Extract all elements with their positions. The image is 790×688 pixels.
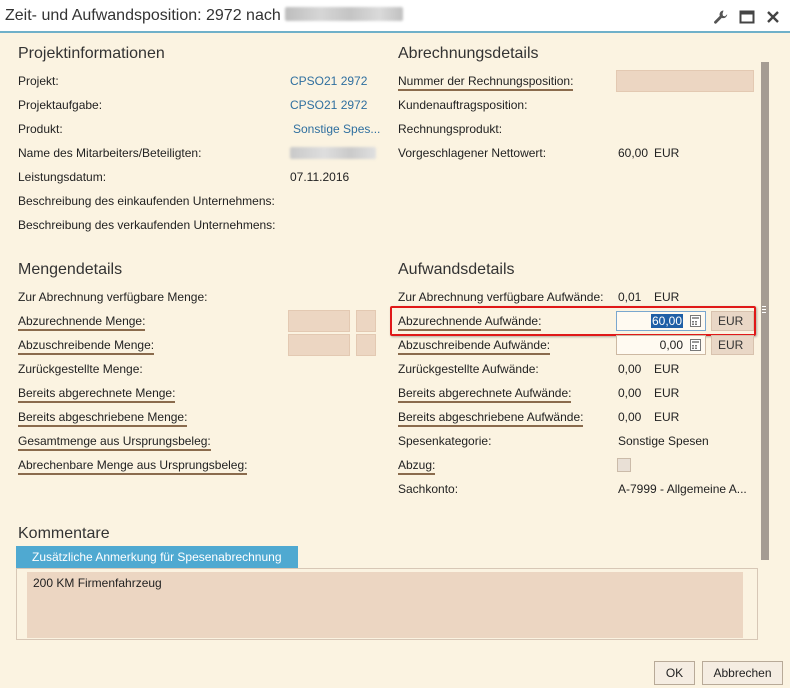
redacted-name [284,7,403,21]
link-projekt[interactable]: CPSO21 2972 [290,74,367,88]
aufwand-abzuschreiben-currency[interactable]: EUR [711,335,754,355]
label-aufwand-zurueckgestellt: Zurückgestellte Aufwände: [398,362,539,376]
label-menge-abzurechnen: Abzurechnende Menge: [18,314,146,331]
label-abzug: Abzug: [398,458,436,475]
value-spesenkategorie: Sonstige Spesen [618,434,709,448]
label-aufwand-abzuschreiben: Abzuschreibende Aufwände: [398,338,551,355]
value-aufwand-abgeschrieben-currency: EUR [654,410,680,424]
label-aufwand-abzurechnen: Abzurechnende Aufwände: [398,314,542,331]
aufwand-abzurechnen-input[interactable]: 60,00 [616,311,706,331]
label-abrechenbare-menge: Abrechenbare Menge aus Ursprungsbeleg: [18,458,248,475]
dialog-footer: OK Abbrechen [0,640,790,688]
menge-abzurechnen-unit[interactable] [356,310,376,332]
section-projektinformationen: Projektinformationen [18,45,165,62]
comment-textarea[interactable]: 200 KM Firmenfahrzeug [27,572,743,638]
label-produkt: Produkt: [18,122,63,136]
link-produkt[interactable]: Sonstige Spes... [293,122,380,136]
label-menge-abgerechnet: Bereits abgerechnete Menge: [18,386,176,403]
dialog-title: Zeit- und Aufwandsposition: 2972 nach [5,7,403,25]
maximize-icon[interactable] [738,8,756,26]
dialog-titlebar: Zeit- und Aufwandsposition: 2972 nach [0,0,790,33]
aufwand-abzuschreiben-input[interactable]: 0,00 [616,335,706,355]
label-aufwand-abgerechnet: Bereits abgerechnete Aufwände: [398,386,572,403]
section-mengendetails: Mengendetails [18,261,123,278]
cancel-button[interactable]: Abbrechen [702,661,783,685]
label-projekt: Projekt: [18,74,59,88]
value-nettowert: 60,00 [618,146,649,160]
aufwand-abzuschreiben-value: 0,00 [659,338,683,352]
link-projektaufgabe[interactable]: CPSO21 2972 [290,98,367,112]
close-icon[interactable] [764,8,782,26]
label-menge-zurueckgestellt: Zurückgestellte Menge: [18,362,143,376]
value-aufwand-abgerechnet: 0,00 [618,386,642,400]
label-spesenkategorie: Spesenkategorie: [398,434,492,448]
label-leistungsdatum: Leistungsdatum: [18,170,107,184]
tab-spesenabrechnung[interactable]: Zusätzliche Anmerkung für Spesenabrechnu… [16,546,298,568]
dialog-title-text: Zeit- und Aufwandsposition: 2972 nach [5,7,281,24]
label-menge-verfuegbar: Zur Abrechnung verfügbare Menge: [18,290,208,304]
calculator-icon[interactable] [690,315,701,327]
label-rechnungsposition: Nummer der Rechnungsposition: [398,74,574,91]
ok-button[interactable]: OK [654,661,695,685]
value-aufwand-zurueckgestellt: 0,00 [618,362,642,376]
value-aufwand-verfuegbar: 0,01 [618,290,642,304]
resize-grip-icon[interactable] [761,304,767,316]
dialog-content: Projektinformationen Projekt: CPSO21 297… [16,33,758,640]
label-projektaufgabe: Projektaufgabe: [18,98,103,112]
wrench-icon[interactable] [712,8,730,26]
menge-abzurechnen-field[interactable] [288,310,350,332]
label-gesamtmenge: Gesamtmenge aus Ursprungsbeleg: [18,434,211,451]
value-aufwand-abgeschrieben: 0,00 [618,410,642,424]
rechnungsposition-field[interactable] [616,70,754,92]
menge-abzuschreiben-field[interactable] [288,334,350,356]
label-aufwand-verfuegbar: Zur Abrechnung verfügbare Aufwände: [398,290,604,304]
label-mitarbeiter: Name des Mitarbeiters/Beteiligten: [18,146,202,160]
abzug-checkbox[interactable] [617,458,631,472]
calculator-icon[interactable] [690,339,701,351]
value-aufwand-abgerechnet-currency: EUR [654,386,680,400]
value-aufwand-verfuegbar-currency: EUR [654,290,680,304]
aufwand-abzurechnen-currency[interactable]: EUR [711,311,754,331]
section-abrechnungsdetails: Abrechnungsdetails [398,45,539,62]
redacted-employee-name [290,147,376,159]
label-menge-abzuschreiben: Abzuschreibende Menge: [18,338,155,355]
label-rechnungsprodukt: Rechnungsprodukt: [398,122,503,136]
aufwand-abzurechnen-value: 60,00 [650,314,683,328]
label-aufwand-abgeschrieben: Bereits abgeschriebene Aufwände: [398,410,584,427]
label-nettowert: Vorgeschlagener Nettowert: [398,146,547,160]
label-sachkonto: Sachkonto: [398,482,459,496]
label-einkaufend: Beschreibung des einkaufenden Unternehme… [18,194,275,208]
value-leistungsdatum: 07.11.2016 [290,170,350,184]
value-nettowert-currency: EUR [654,146,680,160]
section-aufwandsdetails: Aufwandsdetails [398,261,515,278]
label-kundenauftragsposition: Kundenauftragsposition: [398,98,528,112]
label-verkaufend: Beschreibung des verkaufenden Unternehme… [18,218,276,232]
label-menge-abgeschrieben: Bereits abgeschriebene Menge: [18,410,188,427]
value-sachkonto: A-7999 - Allgemeine A... [618,482,747,496]
menge-abzuschreiben-unit[interactable] [356,334,376,356]
value-aufwand-zurueckgestellt-currency: EUR [654,362,680,376]
section-kommentare: Kommentare [18,525,110,542]
